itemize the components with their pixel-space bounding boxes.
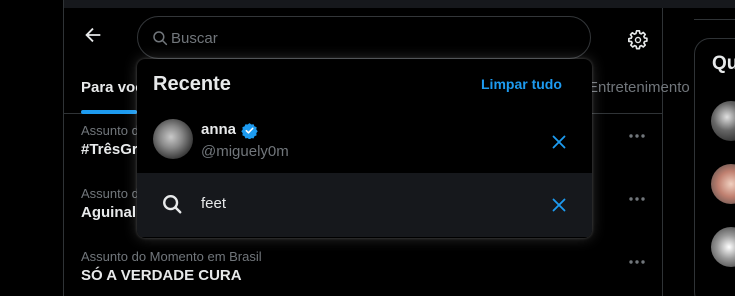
clear-all-button[interactable]: Limpar tudo: [481, 76, 562, 92]
left-nav-column: [0, 0, 64, 296]
more-icon[interactable]: [626, 255, 648, 269]
trend-context: Assunto do Momento em Brasil: [81, 249, 262, 264]
search-icon: [163, 195, 182, 214]
window-top-strip: [0, 0, 735, 8]
avatar: [153, 119, 193, 159]
panel-title: Qu: [712, 53, 735, 74]
recent-searches-dropdown: Recente Limpar tudo anna @miguely0m feet: [137, 59, 592, 238]
trend-item[interactable]: Assunto do Momento em Brasil SÓ A VERDAD…: [64, 241, 663, 296]
avatar[interactable]: [711, 227, 735, 267]
recent-query-text: feet: [201, 195, 227, 212]
trend-name: SÓ A VERDADE CURA: [81, 267, 242, 284]
avatar[interactable]: [711, 164, 735, 204]
recent-title: Recente: [153, 73, 231, 95]
search-input[interactable]: [171, 23, 571, 53]
recent-user-name: anna: [201, 121, 237, 138]
more-icon[interactable]: [626, 192, 648, 206]
search-box[interactable]: [137, 16, 591, 59]
tab-entertainment[interactable]: Entretenimento: [588, 79, 690, 96]
close-icon[interactable]: [548, 131, 570, 153]
active-tab-indicator: [81, 110, 137, 114]
back-arrow-icon[interactable]: [82, 24, 104, 46]
right-top-bar: [694, 0, 735, 20]
who-to-follow-panel: Qu: [694, 38, 735, 296]
trend-name: #TrêsGr: [81, 141, 138, 158]
gear-icon[interactable]: [627, 29, 649, 51]
search-icon: [153, 31, 168, 46]
recent-query-item[interactable]: feet: [137, 173, 592, 237]
verified-badge-icon: [241, 123, 258, 139]
recent-user-handle: @miguely0m: [201, 143, 289, 160]
more-icon[interactable]: [626, 129, 648, 143]
trend-name: Aguinal: [81, 204, 136, 221]
recent-user-item[interactable]: anna @miguely0m: [137, 111, 592, 173]
avatar[interactable]: [711, 101, 735, 141]
close-icon[interactable]: [548, 194, 570, 216]
